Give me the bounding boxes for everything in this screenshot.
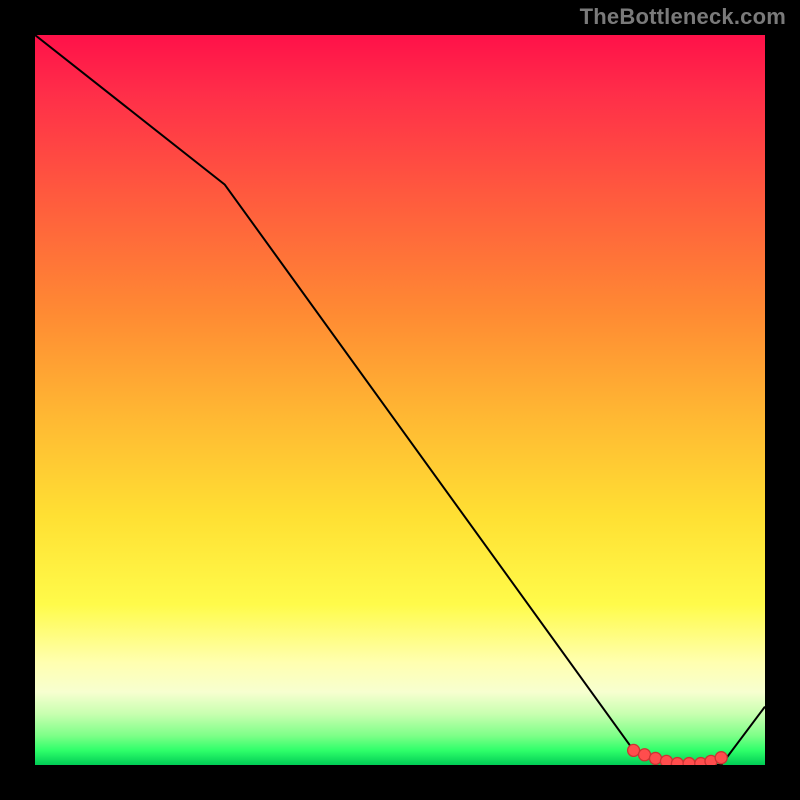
chart-markers [628,744,728,765]
chart-marker [671,758,683,765]
chart-frame: TheBottleneck.com [0,0,800,800]
chart-marker [628,744,640,756]
chart-marker [683,758,695,765]
chart-marker [660,755,672,765]
attribution-label: TheBottleneck.com [580,4,786,30]
chart-marker [715,752,727,764]
chart-marker [650,752,662,764]
chart-marker [639,749,651,761]
chart-line [35,35,765,765]
chart-overlay [35,35,765,765]
plot-area [35,35,765,765]
